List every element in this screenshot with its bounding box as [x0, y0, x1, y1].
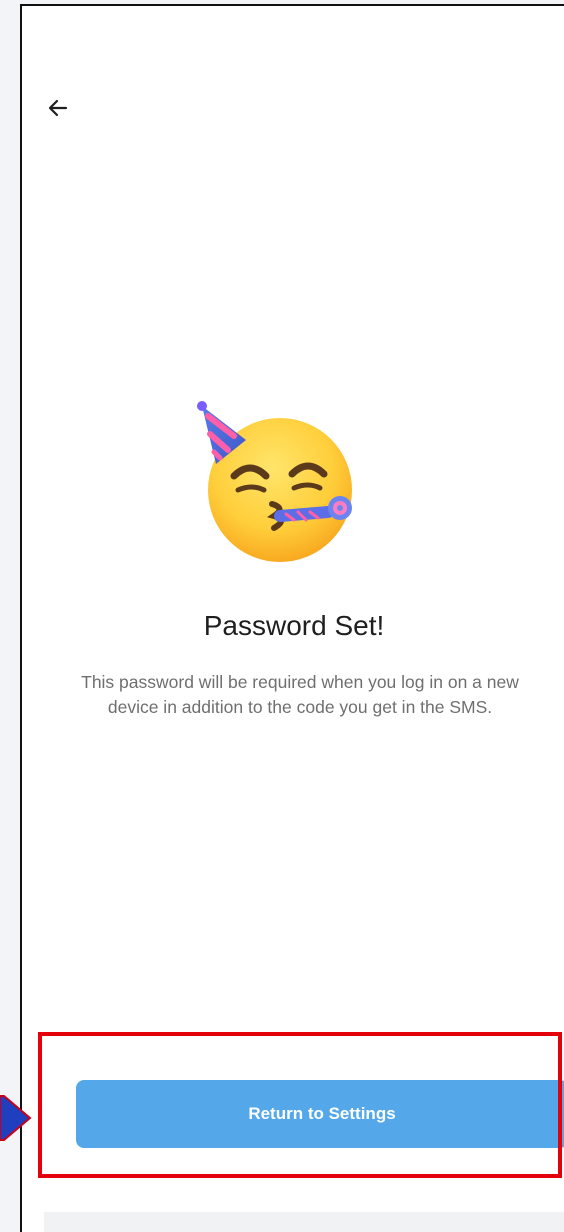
screen: Password Set! This password will be requ…: [0, 0, 564, 1232]
description-text: This password will be required when you …: [81, 672, 519, 717]
arrow-left-icon: [48, 99, 68, 117]
back-button[interactable]: [38, 88, 78, 128]
party-face-emoji-icon: [194, 398, 370, 566]
highlight-box: [38, 1032, 562, 1178]
page-title: Password Set!: [203, 610, 385, 641]
bottom-bar: [44, 1212, 564, 1232]
pointer-arrow-icon: [0, 1095, 32, 1141]
